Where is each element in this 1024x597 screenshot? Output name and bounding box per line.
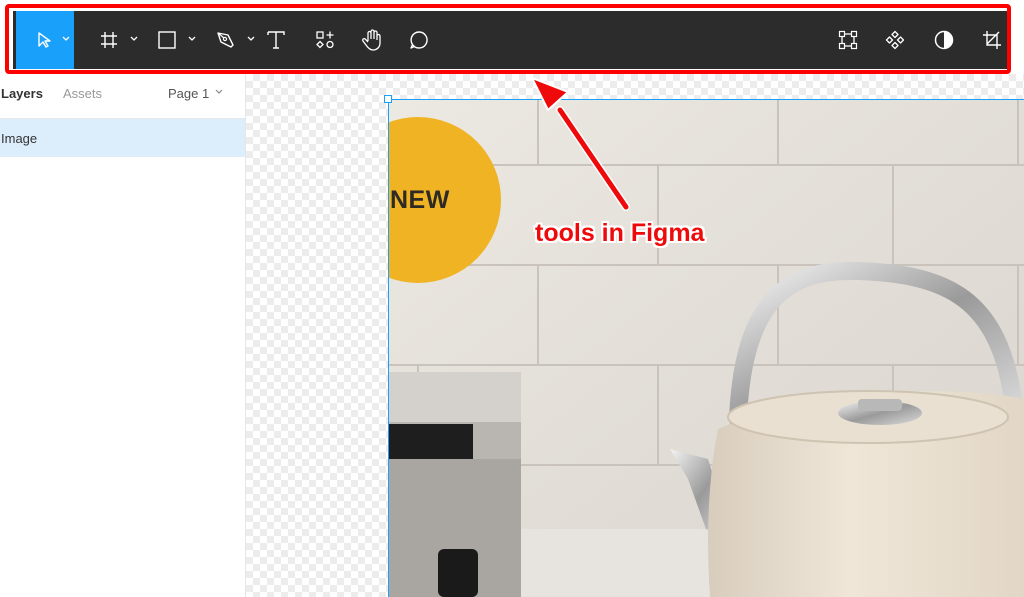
annotation-label: tools in Figma <box>535 219 705 247</box>
annotation-arrow <box>531 77 630 211</box>
